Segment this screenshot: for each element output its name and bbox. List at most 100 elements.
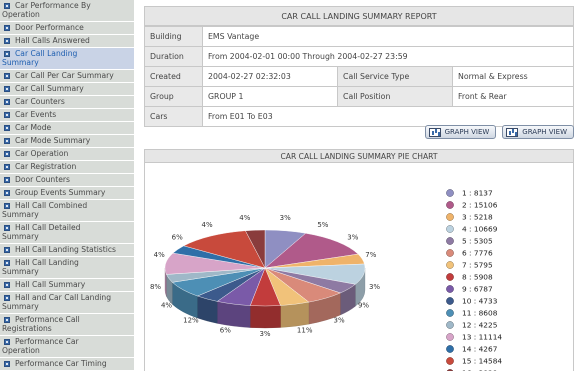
nav-item-label: Car Events — [15, 110, 57, 119]
nav-item-label-cont: Summary — [2, 210, 39, 219]
bullet-icon — [4, 151, 10, 157]
pie-percent-label: 9% — [358, 301, 369, 309]
graph-view-button-2[interactable]: GRAPH VIEW — [502, 125, 574, 139]
graph-view-button[interactable]: GRAPH VIEW — [424, 125, 497, 139]
bullet-icon — [4, 3, 10, 9]
legend-entry-5: 5 : 5305 — [462, 237, 493, 246]
nav-item-label: Hall Call Landing Statistics — [15, 245, 116, 254]
nav-item-label: Car Mode Summary — [15, 136, 91, 145]
nav-item-label: Door Performance — [15, 23, 84, 32]
graph-view-label: GRAPH VIEW — [522, 128, 567, 136]
nav-item-label-cont: Summary — [2, 58, 39, 67]
nav-item-performance-call[interactable]: Performance Call Registrations — [0, 314, 134, 336]
call-service-type-label: Call Service Type — [337, 66, 453, 87]
pie-slices — [164, 229, 366, 307]
bullet-icon — [4, 38, 10, 44]
nav-item-group-events-summary[interactable]: Group Events Summary — [0, 187, 134, 200]
nav-item-label: Hall Call Summary — [15, 280, 86, 289]
legend-entry-4: 4 : 10669 — [462, 225, 498, 234]
bullet-icon — [4, 225, 10, 231]
pie-percent-label: 4% — [202, 221, 213, 229]
nav-item-label-cont: Summary — [2, 302, 39, 311]
nav-item-hall-call-summary[interactable]: Hall Call Summary — [0, 279, 134, 292]
legend-entry-14: 14 : 4267 — [462, 345, 498, 354]
chart-title: CAR CALL LANDING SUMMARY PIE CHART — [145, 150, 573, 163]
legend-swatch-15 — [446, 357, 454, 365]
pie-percent-label: 4% — [154, 251, 165, 259]
legend-entry-7: 7 : 5795 — [462, 261, 493, 270]
nav-item-car-mode[interactable]: Car Mode — [0, 122, 134, 135]
legend-entry-13: 13 : 11114 — [462, 333, 502, 342]
pie-chart: 3% 5% 3% 7% 3% 9% 3% 11% 3% 6% 12% 4% 8% 4% 6% 4% 4% 1 : … — [150, 189, 502, 371]
report-main: CAR CALL LANDING SUMMARY REPORT Building… — [144, 6, 574, 371]
duration-value: From 2004-02-01 00:00 Through 2004-02-27… — [202, 46, 574, 67]
bullet-icon — [4, 260, 10, 266]
legend-swatch-4 — [446, 225, 454, 233]
created-label: Created — [144, 66, 203, 87]
legend-entry-6: 6 : 7776 — [462, 249, 493, 258]
bullet-icon — [4, 51, 10, 57]
legend-swatch-3 — [446, 213, 454, 221]
duration-label: Duration — [144, 46, 203, 67]
nav-item-label: Performance Car — [15, 337, 79, 346]
nav-item-car-registration[interactable]: Car Registration — [0, 161, 134, 174]
nav-item-label: Car Operation — [15, 149, 69, 158]
nav-item-label: Car Call Per Car Summary — [15, 71, 114, 80]
bar-chart-icon — [428, 127, 441, 137]
bullet-icon — [4, 282, 10, 288]
cars-label: Cars — [144, 106, 203, 127]
nav-item-car-operation[interactable]: Car Operation — [0, 148, 134, 161]
cars-value: From E01 To E03 — [202, 106, 574, 127]
nav-item-label: Hall and Car Call Landing — [15, 293, 112, 302]
nav-item-label: Hall Call Landing — [15, 258, 79, 267]
nav-item-car-counters[interactable]: Car Counters — [0, 96, 134, 109]
legend-swatch-8 — [446, 273, 454, 281]
legend-swatch-9 — [446, 285, 454, 293]
bullet-icon — [4, 361, 10, 367]
nav-item-hall-call-detailed[interactable]: Hall Call Detailed Summary — [0, 222, 134, 244]
pie-percent-label: 5% — [317, 221, 328, 229]
nav-item-door-performance[interactable]: Door Performance — [0, 22, 134, 35]
pie-percent-label: 7% — [365, 251, 376, 259]
nav-item-car-performance-by[interactable]: Car Performance By Operation — [0, 0, 134, 22]
legend-entry-8: 8 : 5908 — [462, 273, 493, 282]
pie-percent-label: 3% — [369, 283, 380, 291]
nav-item-label: Door Counters — [15, 175, 70, 184]
nav-item-label-cont: Summary — [2, 267, 39, 276]
nav-item-performance-car[interactable]: Performance Car Operation — [0, 336, 134, 358]
pie-percent-label: 6% — [172, 234, 183, 242]
nav-item-car-events[interactable]: Car Events — [0, 109, 134, 122]
bullet-icon — [4, 295, 10, 301]
group-value: GROUP 1 — [202, 86, 338, 107]
nav-item-car-call-per-car-summary[interactable]: Car Call Per Car Summary — [0, 70, 134, 83]
nav-item-label: Car Call Summary — [15, 84, 84, 93]
pie-percent-label: 4% — [161, 301, 172, 309]
legend-entry-9: 9 : 6787 — [462, 285, 493, 294]
bullet-icon — [4, 339, 10, 345]
report-nav-sidebar: Car Performance By Operation Door Performa… — [0, 0, 134, 371]
call-service-type-value: Normal & Express — [452, 66, 574, 87]
nav-item-hall-and-car-call-landing[interactable]: Hall and Car Call Landing Summary — [0, 292, 134, 314]
graph-view-buttons: GRAPH VIEW GRAPH VIEW — [424, 125, 574, 139]
nav-item-performance-car-timing[interactable]: Performance Car Timing — [0, 358, 134, 371]
nav-item-hall-calls-answered[interactable]: Hall Calls Answered — [0, 35, 134, 48]
nav-item-car-call-summary[interactable]: Car Call Summary — [0, 83, 134, 96]
nav-item-hall-call-landing-statistics[interactable]: Hall Call Landing Statistics — [0, 244, 134, 257]
legend-swatch-11 — [446, 309, 454, 317]
nav-item-car-mode-summary[interactable]: Car Mode Summary — [0, 135, 134, 148]
bullet-icon — [4, 164, 10, 170]
nav-item-label: Group Events Summary — [15, 188, 106, 197]
nav-item-hall-call-combined[interactable]: Hall Call Combined Summary — [0, 200, 134, 222]
nav-item-label: Car Registration — [15, 162, 77, 171]
nav-item-hall-call-landing[interactable]: Hall Call Landing Summary — [0, 257, 134, 279]
legend-swatch-14 — [446, 345, 454, 353]
nav-item-label: Car Mode — [15, 123, 52, 132]
nav-item-door-counters[interactable]: Door Counters — [0, 174, 134, 187]
nav-item-car-call-landing[interactable]: Car Call Landing Summary — [0, 48, 134, 70]
nav-item-label: Hall Calls Answered — [15, 36, 90, 45]
nav-item-label: Car Counters — [15, 97, 65, 106]
bullet-icon — [4, 25, 10, 31]
group-label: Group — [144, 86, 203, 107]
bullet-icon — [4, 125, 10, 131]
legend-entry-15: 15 : 14584 — [462, 357, 502, 366]
